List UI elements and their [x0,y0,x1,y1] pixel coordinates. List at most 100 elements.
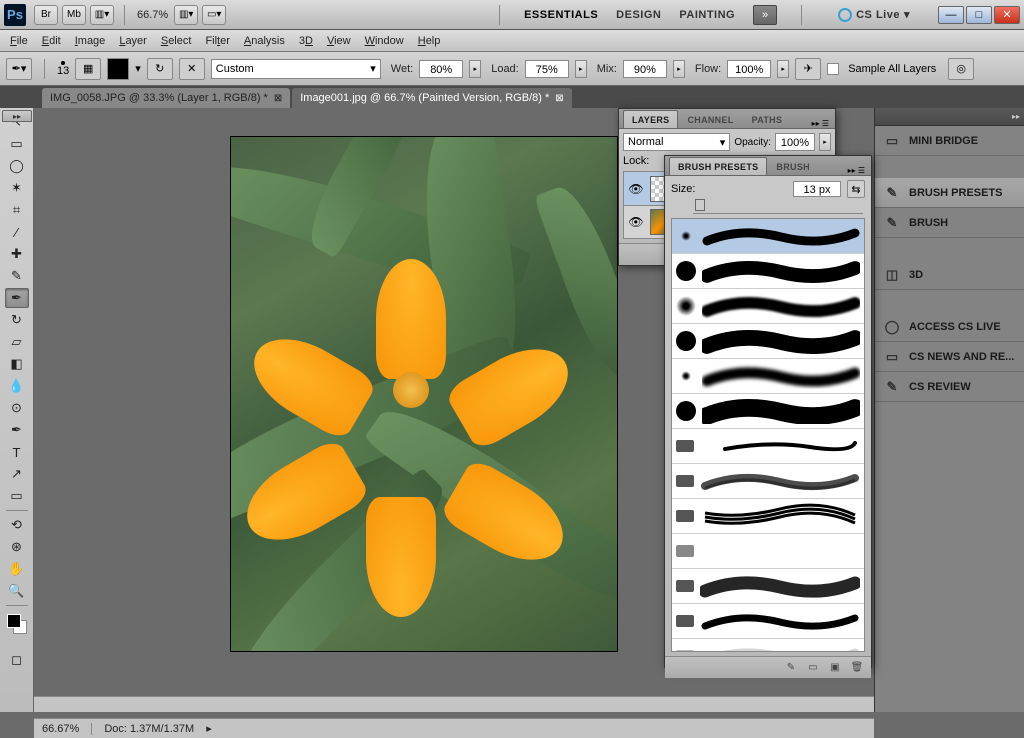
menu-analysis[interactable]: Analysis [244,35,285,47]
quick-mask-toggle[interactable]: ◻ [5,650,29,670]
tablet-pressure-toggle[interactable]: ◎ [948,58,974,80]
dock-collapse-button[interactable]: ▸▸ [875,108,1024,126]
zoom-tool[interactable]: 🔍 [5,581,29,601]
panel-3d[interactable]: ◫3D [875,260,1024,290]
opacity-input[interactable]: 100% [775,133,815,151]
bridge-button[interactable]: Br [34,5,58,25]
flow-stepper[interactable]: ▸ [777,60,789,78]
load-stepper[interactable]: ▸ [575,60,587,78]
brush-preset-item[interactable] [672,569,864,604]
brush-preset-item[interactable] [672,394,864,429]
brush-preset-item[interactable] [672,464,864,499]
workspace-more-button[interactable]: » [753,5,777,25]
zoom-display[interactable]: 66.7% [137,9,168,21]
history-brush-tool[interactable]: ↻ [5,310,29,330]
workspace-painting[interactable]: PAINTING [679,9,735,21]
document-tab[interactable]: Image001.jpg @ 66.7% (Painted Version, R… [292,88,571,108]
path-select-tool[interactable]: ↗ [5,464,29,484]
panel-minibridge[interactable]: ▭MINI BRIDGE [875,126,1024,156]
brush-panel-toggle[interactable]: ▦ [75,58,101,80]
flow-input[interactable]: 100% [727,60,771,78]
current-color[interactable] [107,58,129,80]
brush-preset-item[interactable] [672,604,864,639]
brush-preset-picker[interactable]: 13 [57,61,69,77]
mixer-brush-tool[interactable]: ✒ [5,288,29,308]
view-extras-button[interactable]: ▥▾ [90,5,114,25]
tools-collapse-button[interactable]: ▸▸ [2,110,32,122]
menu-help[interactable]: Help [418,35,441,47]
window-close[interactable]: ✕ [994,6,1020,24]
workspace-essentials[interactable]: ESSENTIALS [524,9,598,21]
window-maximize[interactable]: □ [966,6,992,24]
lasso-tool[interactable]: ◯ [5,156,29,176]
app-icon[interactable]: Ps [4,4,26,26]
mix-input[interactable]: 90% [623,60,667,78]
brush-tool[interactable]: ✎ [5,266,29,286]
brush-preset-item[interactable] [672,499,864,534]
menu-select[interactable]: Select [161,35,192,47]
menu-window[interactable]: Window [365,35,404,47]
shape-tool[interactable]: ▭ [5,486,29,506]
panel-brush-presets[interactable]: ✎BRUSH PRESETS [875,178,1024,208]
preset-view-icon[interactable]: ✎ [783,661,799,675]
panel-menu-icon[interactable]: ▸▸ ☰ [812,119,835,128]
panel-cs-review[interactable]: ✎CS REVIEW [875,372,1024,402]
brush-preset-item[interactable] [672,429,864,464]
brush-preset-item[interactable] [672,254,864,289]
menu-image[interactable]: Image [75,35,106,47]
document-canvas[interactable] [230,136,618,652]
arrange-button[interactable]: ▥▾ [174,5,198,25]
dodge-tool[interactable]: ⊙ [5,398,29,418]
quick-select-tool[interactable]: ✶ [5,178,29,198]
document-tab[interactable]: IMG_0058.JPG @ 33.3% (Layer 1, RGB/8) * … [42,88,290,108]
menu-view[interactable]: View [327,35,351,47]
menu-filter[interactable]: Filter [205,35,229,47]
load-brush-button[interactable]: ↻ [147,58,173,80]
preset-save-icon[interactable]: ▭ [805,661,821,675]
clean-brush-button[interactable]: ✕ [179,58,205,80]
opacity-stepper[interactable]: ▸ [819,133,831,151]
menu-file[interactable]: File [10,35,28,47]
brush-preset-item[interactable] [672,534,864,569]
tool-preset-picker[interactable]: ✒▾ [6,58,32,80]
visibility-icon[interactable]: 👁 [628,181,644,197]
tab-close-icon[interactable]: ⊠ [555,93,563,104]
blur-tool[interactable]: 💧 [5,376,29,396]
brush-size-slider[interactable] [693,202,863,214]
crop-tool[interactable]: ⌗ [5,200,29,220]
brush-preset-list[interactable] [671,218,865,652]
new-preset-icon[interactable]: ▣ [827,661,843,675]
gradient-tool[interactable]: ◧ [5,354,29,374]
brush-preset-item[interactable] [672,219,864,254]
brush-toggle-icon[interactable]: ⇆ [847,180,865,198]
status-zoom[interactable]: 66.67% [42,723,79,735]
marquee-tool[interactable]: ▭ [5,134,29,154]
panel-cs-news[interactable]: ▭CS NEWS AND RE... [875,342,1024,372]
load-input[interactable]: 75% [525,60,569,78]
status-doc-size[interactable]: Doc: 1.37M/1.37M [104,723,194,735]
wet-input[interactable]: 80% [419,60,463,78]
cs-live-menu[interactable]: CS Live ▾ [838,8,910,22]
3d-camera-tool[interactable]: ⊛ [5,537,29,557]
type-tool[interactable]: T [5,442,29,462]
menu-3d[interactable]: 3D [299,35,313,47]
3d-rotate-tool[interactable]: ⟲ [5,515,29,535]
sample-all-checkbox[interactable] [827,63,839,75]
mix-stepper[interactable]: ▸ [673,60,685,78]
panel-access-cs-live[interactable]: ◯ACCESS CS LIVE [875,312,1024,342]
hand-tool[interactable]: ✋ [5,559,29,579]
horizontal-scrollbar[interactable] [34,696,874,712]
screen-mode-button[interactable]: ▭▾ [202,5,226,25]
tab-brush-presets[interactable]: BRUSH PRESETS [669,157,767,175]
brush-preset-item[interactable] [672,289,864,324]
brush-size-input[interactable]: 13 px [793,181,841,197]
menu-layer[interactable]: Layer [119,35,147,47]
status-menu-icon[interactable]: ▸ [206,722,212,735]
eraser-tool[interactable]: ▱ [5,332,29,352]
window-minimize[interactable]: — [938,6,964,24]
brush-preset-item[interactable] [672,324,864,359]
tab-close-icon[interactable]: ⊠ [274,93,282,104]
tab-paths[interactable]: PATHS [743,110,792,128]
eyedropper-tool[interactable]: ⁄ [5,222,29,242]
color-swatches[interactable] [7,614,27,634]
